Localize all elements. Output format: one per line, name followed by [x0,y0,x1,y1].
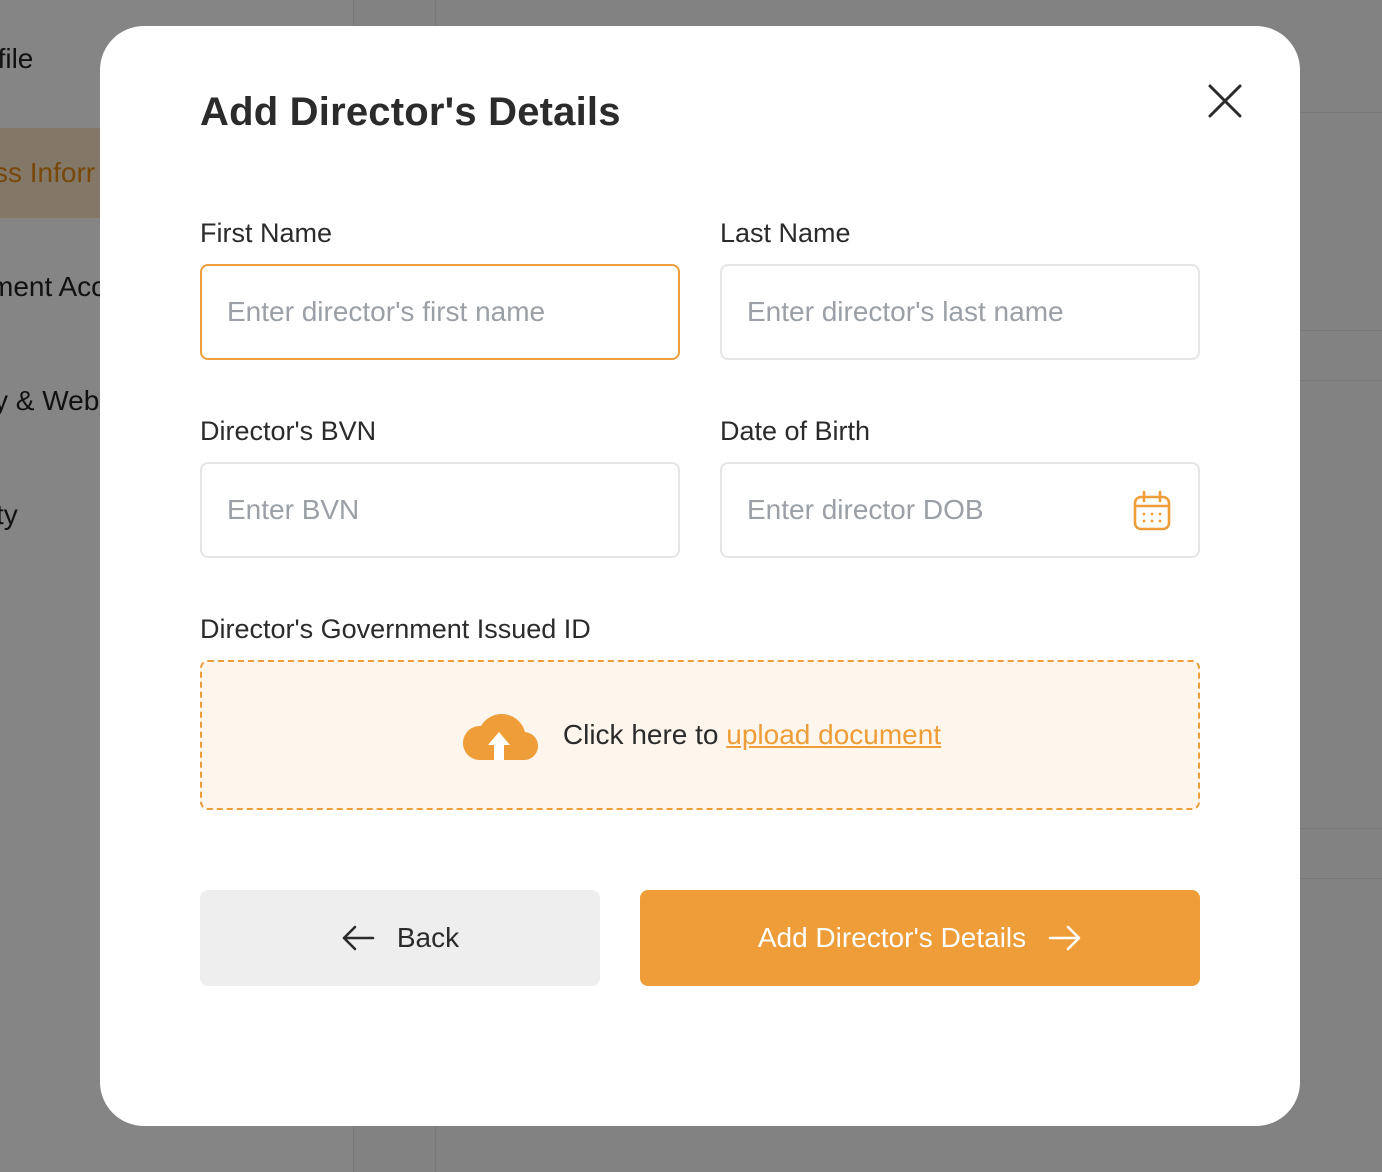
bvn-input[interactable] [227,494,678,526]
cloud-upload-icon [459,708,539,762]
modal-title: Add Director's Details [200,90,621,134]
dob-label: Date of Birth [720,416,871,446]
arrow-right-icon [1048,925,1082,951]
last-name-input[interactable] [747,296,1198,328]
submit-button-label: Add Director's Details [757,922,1027,953]
bvn-field[interactable] [200,462,680,558]
add-director-submit-button[interactable]: Add Director's Details [640,890,1200,986]
arrow-left-icon [341,925,375,951]
upload-document-link[interactable]: upload document [726,719,941,750]
first-name-field[interactable] [200,264,680,360]
government-id-label: Director's Government Issued ID [200,614,591,644]
first-name-label: First Name [200,218,333,248]
last-name-field[interactable] [720,264,1200,360]
close-icon [1204,80,1246,122]
back-button[interactable]: Back [200,890,600,986]
dob-field[interactable] [720,462,1200,558]
last-name-label: Last Name [720,218,851,248]
close-button[interactable] [1204,80,1246,122]
calendar-icon[interactable] [1132,490,1172,532]
upload-instruction: Click here to upload document [563,719,941,751]
upload-prefix-text: Click here to [562,719,727,750]
add-director-modal: Add Director's Details First Name Last N… [100,26,1300,1126]
bvn-label: Director's BVN [200,416,377,446]
first-name-input[interactable] [227,296,678,328]
dob-input[interactable] [747,494,1107,526]
back-button-label: Back [396,922,460,953]
document-upload-dropzone[interactable]: Click here to upload document [200,660,1200,810]
